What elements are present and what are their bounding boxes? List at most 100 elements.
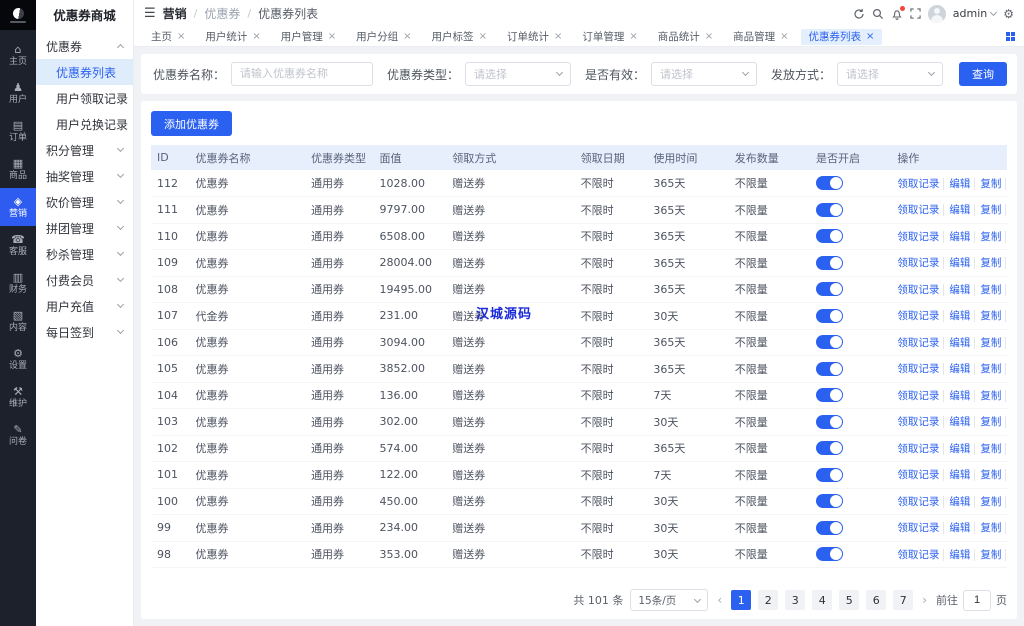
page-tab[interactable]: 订单统计 × [499, 29, 570, 45]
action-delete[interactable]: 删除 [1005, 231, 1007, 243]
action-edit[interactable]: 编辑 [943, 178, 970, 190]
search-icon[interactable] [872, 8, 884, 20]
enable-toggle[interactable] [816, 282, 843, 296]
action-edit[interactable]: 编辑 [943, 204, 970, 216]
action-copy[interactable]: 复制 [974, 496, 1001, 508]
action-claim-records[interactable]: 领取记录 [897, 178, 939, 190]
action-edit[interactable]: 编辑 [943, 416, 970, 428]
action-copy[interactable]: 复制 [974, 231, 1001, 243]
action-edit[interactable]: 编辑 [943, 522, 970, 534]
sidebar-group[interactable]: 积分管理 [36, 137, 133, 163]
tab-close-icon[interactable]: × [252, 32, 260, 42]
user-menu[interactable]: admin [953, 7, 996, 20]
action-claim-records[interactable]: 领取记录 [897, 443, 939, 455]
page-number[interactable]: 6 [866, 590, 886, 610]
enable-toggle[interactable] [816, 362, 843, 376]
action-delete[interactable]: 删除 [1005, 469, 1007, 481]
sidebar-group[interactable]: 付费会员 [36, 267, 133, 293]
action-copy[interactable]: 复制 [974, 284, 1001, 296]
action-delete[interactable]: 删除 [1005, 390, 1007, 402]
enable-toggle[interactable] [816, 176, 843, 190]
action-edit[interactable]: 编辑 [943, 496, 970, 508]
page-tab[interactable]: 订单管理 × [574, 29, 645, 45]
enable-toggle[interactable] [816, 415, 843, 429]
action-claim-records[interactable]: 领取记录 [897, 469, 939, 481]
page-number[interactable]: 3 [785, 590, 805, 610]
action-copy[interactable]: 复制 [974, 522, 1001, 534]
add-coupon-button[interactable]: 添加优惠券 [151, 111, 232, 136]
page-tab[interactable]: 用户管理 × [273, 29, 344, 45]
action-claim-records[interactable]: 领取记录 [897, 496, 939, 508]
enable-toggle[interactable] [816, 547, 843, 561]
action-edit[interactable]: 编辑 [943, 257, 970, 269]
action-claim-records[interactable]: 领取记录 [897, 337, 939, 349]
rail-item[interactable]: ♟ 用户 [0, 74, 36, 112]
enable-toggle[interactable] [816, 256, 843, 270]
page-tab[interactable]: 用户标签 × [424, 29, 495, 45]
hamburger-icon[interactable]: ☰ [144, 6, 156, 21]
sidebar-subitem[interactable]: 用户兑换记录 [36, 111, 133, 137]
enable-toggle[interactable] [816, 335, 843, 349]
action-delete[interactable]: 删除 [1005, 284, 1007, 296]
action-delete[interactable]: 删除 [1005, 443, 1007, 455]
page-tab[interactable]: 用户统计 × [197, 29, 268, 45]
enable-toggle[interactable] [816, 494, 843, 508]
page-tab[interactable]: 用户分组 × [348, 29, 419, 45]
prev-page-icon[interactable]: ‹ [715, 593, 724, 607]
fullscreen-icon[interactable] [910, 8, 921, 19]
sidebar-group[interactable]: 拼团管理 [36, 215, 133, 241]
action-delete[interactable]: 删除 [1005, 549, 1007, 561]
action-delete[interactable]: 删除 [1005, 363, 1007, 375]
enable-toggle[interactable] [816, 309, 843, 323]
tab-close-icon[interactable]: × [866, 32, 874, 42]
action-edit[interactable]: 编辑 [943, 310, 970, 322]
action-delete[interactable]: 删除 [1005, 416, 1007, 428]
action-edit[interactable]: 编辑 [943, 390, 970, 402]
action-delete[interactable]: 删除 [1005, 522, 1007, 534]
rail-item[interactable]: ⌂ 主页 [0, 36, 36, 74]
action-edit[interactable]: 编辑 [943, 363, 970, 375]
action-delete[interactable]: 删除 [1005, 496, 1007, 508]
action-delete[interactable]: 删除 [1005, 178, 1007, 190]
page-number[interactable]: 1 [731, 590, 751, 610]
settings-gear-icon[interactable]: ⚙ [1003, 7, 1014, 21]
action-copy[interactable]: 复制 [974, 178, 1001, 190]
is-valid-select[interactable]: 请选择 [651, 62, 757, 86]
action-edit[interactable]: 编辑 [943, 284, 970, 296]
sidebar-subitem[interactable]: 优惠券列表 [36, 59, 133, 85]
action-claim-records[interactable]: 领取记录 [897, 284, 939, 296]
action-copy[interactable]: 复制 [974, 390, 1001, 402]
tab-close-icon[interactable]: × [403, 32, 411, 42]
enable-toggle[interactable] [816, 229, 843, 243]
action-delete[interactable]: 删除 [1005, 337, 1007, 349]
action-copy[interactable]: 复制 [974, 443, 1001, 455]
rail-item[interactable]: ▤ 订单 [0, 112, 36, 150]
action-delete[interactable]: 删除 [1005, 257, 1007, 269]
page-number[interactable]: 4 [812, 590, 832, 610]
action-claim-records[interactable]: 领取记录 [897, 231, 939, 243]
tab-close-icon[interactable]: × [554, 32, 562, 42]
action-claim-records[interactable]: 领取记录 [897, 390, 939, 402]
action-copy[interactable]: 复制 [974, 257, 1001, 269]
sidebar-group-coupon[interactable]: 优惠券 [36, 33, 133, 59]
app-logo[interactable] [0, 0, 36, 30]
page-number[interactable]: 5 [839, 590, 859, 610]
refresh-icon[interactable] [853, 8, 865, 20]
coupon-name-input[interactable] [231, 62, 373, 86]
tab-close-icon[interactable]: × [780, 32, 788, 42]
tab-close-icon[interactable]: × [177, 32, 185, 42]
tab-close-icon[interactable]: × [629, 32, 637, 42]
page-number[interactable]: 7 [893, 590, 913, 610]
sidebar-group[interactable]: 抽奖管理 [36, 163, 133, 189]
coupon-type-select[interactable]: 请选择 [465, 62, 571, 86]
action-edit[interactable]: 编辑 [943, 469, 970, 481]
search-button[interactable]: 查询 [959, 62, 1007, 86]
enable-toggle[interactable] [816, 441, 843, 455]
action-claim-records[interactable]: 领取记录 [897, 204, 939, 216]
tab-close-icon[interactable]: × [705, 32, 713, 42]
page-number[interactable]: 2 [758, 590, 778, 610]
goto-page-input[interactable] [963, 590, 991, 611]
tab-close-icon[interactable]: × [328, 32, 336, 42]
rail-item[interactable]: ☎ 客服 [0, 226, 36, 264]
sidebar-group[interactable]: 秒杀管理 [36, 241, 133, 267]
